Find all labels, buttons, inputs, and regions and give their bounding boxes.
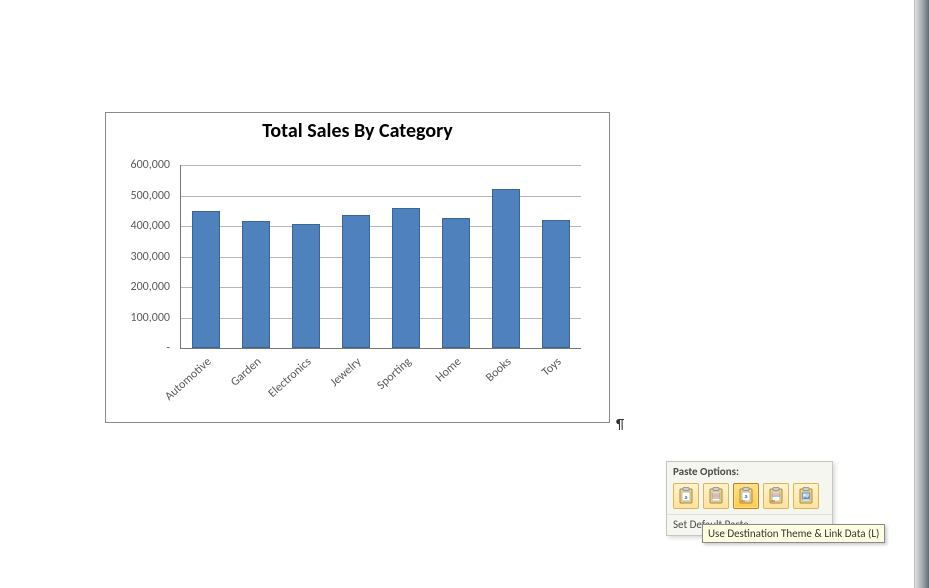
paste-options-header: Paste Options: [667,462,832,480]
chart-gridline [181,196,581,197]
paste-option-keep-source-formatting-link[interactable] [763,483,789,509]
chart-y-tick-label: 100,000 [131,311,171,325]
paragraph-mark: ¶ [616,416,624,433]
paste-options-icons-row: a a [667,480,832,514]
chart-container[interactable]: Total Sales By Category - 100,000 200,000 3… [105,112,610,423]
chart-bar [442,218,470,348]
chart-y-tick-label: 400,000 [131,219,171,233]
chart-x-axis-labels: AutomotiveGardenElectronicsJewelrySporti… [180,353,580,418]
chart-gridline [181,287,581,288]
chart-bar [542,220,570,348]
chart-y-tick-label: 600,000 [131,158,171,172]
chart-y-tick-label: 200,000 [131,280,171,294]
chart-x-tick-label: Books [483,355,514,385]
chart-bar [192,211,220,348]
chart-x-tick-label: Garden [228,355,264,389]
chart-x-tick-label: Electronics [266,355,315,401]
chart-gridline [181,226,581,227]
paste-option-keep-source-formatting-embed[interactable] [703,483,729,509]
page-right-edge [914,0,929,588]
chart-y-tick-label: - [166,341,170,355]
chart-y-tick-label: 500,000 [131,189,171,203]
paste-option-tooltip: Use Destination Theme & Link Data (L) [702,524,885,543]
chart-gridline [181,165,581,166]
chart-bar [292,224,320,348]
chart-y-tick-label: 300,000 [131,250,171,264]
svg-text:a: a [685,493,688,501]
chart-x-tick-label: Automotive [162,355,214,404]
svg-text:a: a [745,492,748,500]
chart-x-tick-label: Sporting [375,355,415,393]
chart-bar [342,215,370,348]
chart-plot-area [180,165,581,349]
chart-y-axis-ticks: -100,000200,000300,000400,000500,000600,… [106,165,176,348]
chart-x-tick-label: Jewelry [328,355,365,390]
chart-x-tick-label: Toys [539,355,564,379]
chart-title: Total Sales By Category [106,119,609,143]
paste-option-use-destination-theme-link[interactable]: a [733,483,759,509]
chart-gridline [181,318,581,319]
chart-x-tick-label: Home [433,355,464,385]
chart-bar [392,208,420,348]
chart-bar [492,189,520,348]
chart-gridline [181,257,581,258]
paste-option-picture[interactable] [793,483,819,509]
chart-bar [242,221,270,348]
paste-option-use-destination-theme-embed[interactable]: a [673,483,699,509]
